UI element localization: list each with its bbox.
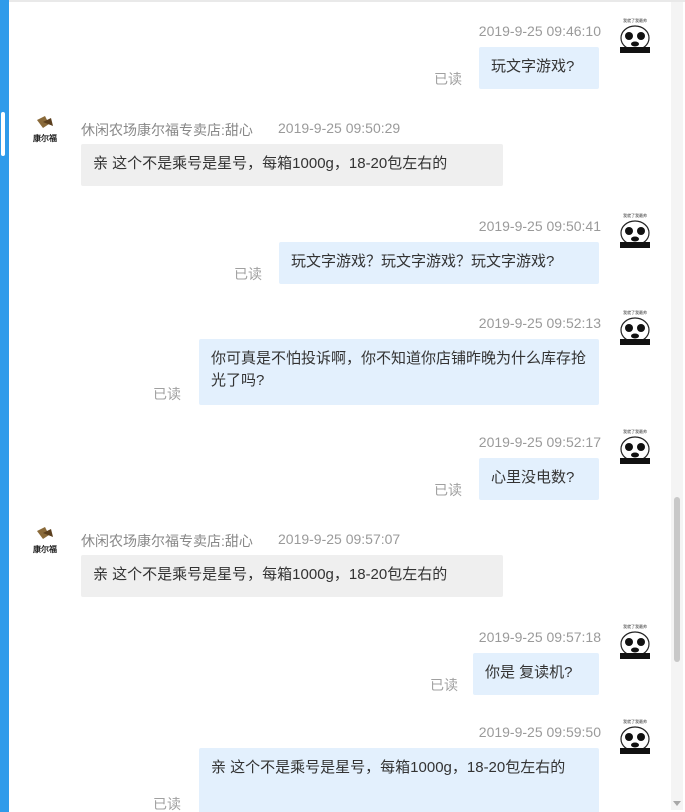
message-time: 2019-9-25 09:50:29: [278, 120, 401, 136]
panda-avatar-icon[interactable]: 我就了我最帅: [618, 17, 652, 53]
scrollbar-thumb[interactable]: [674, 497, 680, 662]
shop-avatar-icon[interactable]: 康尔福: [29, 525, 61, 557]
read-status: 已读: [153, 386, 181, 402]
message-bubble-outgoing: 心里没电数?: [479, 458, 599, 500]
read-status: 已读: [434, 71, 462, 87]
message-time: 2019-9-25 09:57:18: [478, 629, 601, 645]
message-bubble-outgoing: 玩文字游戏?: [479, 47, 599, 89]
read-status: 已读: [430, 677, 458, 693]
panda-avatar-icon[interactable]: 我就了我最帅: [618, 212, 652, 248]
svg-text:我就了我最帅: 我就了我最帅: [623, 623, 647, 629]
read-status: 已读: [434, 482, 462, 498]
chat-window: 2019-9-25 09:46:10 玩文字游戏? 已读 我就了我最帅 康尔福 …: [0, 0, 685, 812]
read-status: 已读: [234, 266, 262, 282]
svg-text:我就了我最帅: 我就了我最帅: [623, 17, 647, 23]
message-time: 2019-9-25 09:46:10: [478, 23, 601, 39]
svg-text:我就了我最帅: 我就了我最帅: [623, 309, 647, 315]
message-list[interactable]: 2019-9-25 09:46:10 玩文字游戏? 已读 我就了我最帅 康尔福 …: [9, 2, 669, 812]
message-bubble-incoming: 亲 这个不是乘号是星号，每箱1000g，18-20包左右的: [81, 555, 503, 597]
svg-text:我就了我最帅: 我就了我最帅: [623, 212, 647, 218]
vertical-scrollbar[interactable]: [671, 2, 683, 810]
left-accent-marker: [1, 112, 5, 156]
panda-avatar-icon[interactable]: 我就了我最帅: [618, 718, 652, 754]
message-bubble-incoming: 亲 这个不是乘号是星号，每箱1000g，18-20包左右的: [81, 144, 503, 186]
message-time: 2019-9-25 09:59:50: [478, 724, 601, 740]
message-bubble-outgoing: 玩文字游戏？玩文字游戏？玩文字游戏?: [279, 242, 599, 284]
sender-name: 休闲农场康尔福专卖店:甜心: [81, 533, 253, 549]
message-time: 2019-9-25 09:52:17: [478, 434, 601, 450]
svg-text:我就了我最帅: 我就了我最帅: [623, 428, 647, 434]
message-bubble-outgoing: 亲 这个不是乘号是星号，每箱1000g，18-20包左右的: [199, 748, 599, 812]
svg-text:康尔福: 康尔福: [33, 133, 57, 143]
panda-avatar-icon[interactable]: 我就了我最帅: [618, 309, 652, 345]
scroll-down-icon[interactable]: [673, 801, 681, 806]
shop-avatar-icon[interactable]: 康尔福: [29, 114, 61, 146]
message-time: 2019-9-25 09:50:41: [478, 218, 601, 234]
left-accent-bar: [0, 0, 9, 812]
read-status: 已读: [153, 796, 181, 812]
panda-avatar-icon[interactable]: 我就了我最帅: [618, 623, 652, 659]
message-bubble-outgoing: 你是 复读机?: [473, 653, 599, 695]
panda-avatar-icon[interactable]: 我就了我最帅: [618, 428, 652, 464]
message-time: 2019-9-25 09:52:13: [478, 315, 601, 331]
sender-name: 休闲农场康尔福专卖店:甜心: [81, 122, 253, 138]
svg-text:康尔福: 康尔福: [33, 544, 57, 554]
svg-text:我就了我最帅: 我就了我最帅: [623, 718, 647, 724]
message-bubble-outgoing: 你可真是不怕投诉啊，你不知道你店铺昨晚为什么库存抢光了吗?: [199, 339, 599, 405]
message-time: 2019-9-25 09:57:07: [278, 531, 401, 547]
